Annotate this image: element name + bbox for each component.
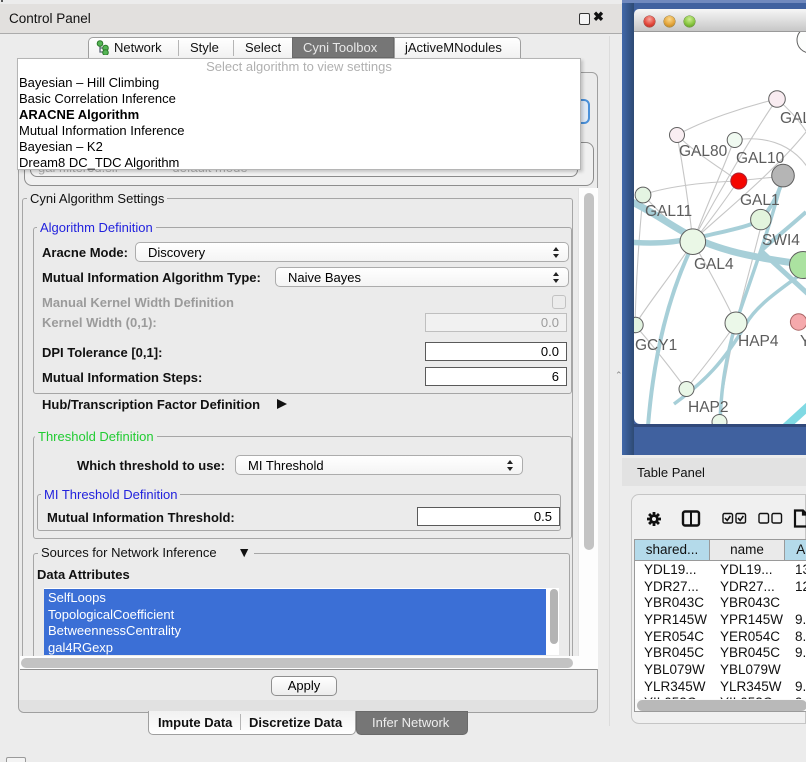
svg-text:HAP2: HAP2 xyxy=(688,399,729,416)
svg-text:GAL10: GAL10 xyxy=(736,150,785,167)
svg-text:YB: YB xyxy=(800,333,806,350)
svg-text:GAL1: GAL1 xyxy=(740,192,780,209)
svg-text:GCY1: GCY1 xyxy=(635,337,677,354)
svg-text:SWI4: SWI4 xyxy=(762,232,800,249)
svg-text:GAL80: GAL80 xyxy=(679,143,728,160)
svg-text:GAL11: GAL11 xyxy=(645,203,692,220)
svg-text:GAL2: GAL2 xyxy=(780,110,806,127)
svg-text:GAL4: GAL4 xyxy=(694,256,734,273)
svg-text:HAP4: HAP4 xyxy=(738,333,779,350)
